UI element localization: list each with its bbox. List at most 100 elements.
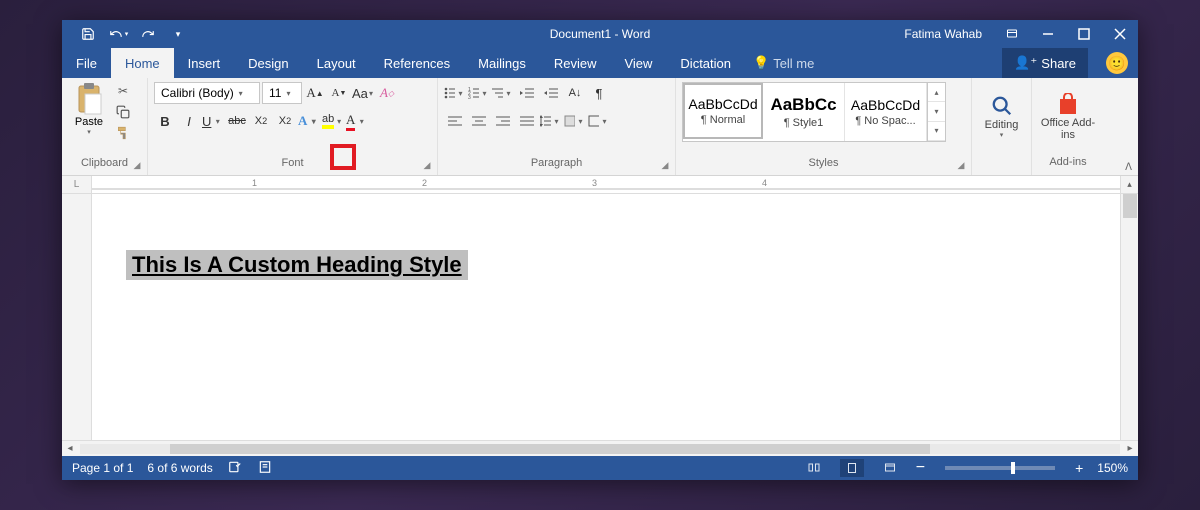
group-label-clipboard: Clipboard◢ (62, 157, 147, 175)
hscroll-right-icon[interactable]: ▸ (1122, 443, 1138, 454)
style-no-spacing[interactable]: AaBbCcDd ¶ No Spac... (845, 83, 927, 141)
align-left-icon[interactable] (444, 110, 466, 132)
sort-icon[interactable]: A↓ (564, 82, 586, 104)
styles-launcher-icon[interactable]: ◢ (955, 159, 967, 171)
increase-indent-icon[interactable] (540, 82, 562, 104)
paste-button[interactable]: Paste ▾ (68, 82, 110, 136)
group-styles: AaBbCcDd ¶ Normal AaBbCc ¶ Style1 AaBbCc… (676, 78, 972, 175)
feedback-smiley-icon[interactable]: 🙂 (1106, 52, 1128, 74)
web-layout-icon[interactable] (878, 459, 902, 477)
horizontal-ruler[interactable]: 1 2 3 4 (92, 176, 1120, 193)
subscript-icon[interactable]: X2 (250, 110, 272, 132)
clipboard-launcher-icon[interactable]: ◢ (131, 159, 143, 171)
ribbon-display-icon[interactable] (994, 20, 1030, 48)
maximize-button[interactable] (1066, 20, 1102, 48)
font-color-icon[interactable]: A▾ (346, 110, 368, 132)
tab-design[interactable]: Design (234, 48, 302, 78)
status-bar: Page 1 of 1 6 of 6 words − + 150% (62, 456, 1138, 480)
show-marks-icon[interactable]: ¶ (588, 82, 610, 104)
italic-icon[interactable]: I (178, 110, 200, 132)
spellcheck-icon[interactable] (227, 460, 243, 477)
styles-gallery-scroll[interactable]: ▴▾▾ (927, 83, 945, 141)
numbering-icon[interactable]: 123▾ (468, 82, 490, 104)
change-case-icon[interactable]: Aa▾ (352, 82, 374, 104)
copy-icon[interactable] (114, 103, 132, 121)
minimize-button[interactable] (1030, 20, 1066, 48)
tab-layout[interactable]: Layout (303, 48, 370, 78)
tab-home[interactable]: Home (111, 48, 174, 78)
scroll-up-button[interactable]: ▴ (1120, 176, 1138, 193)
expand-gallery-icon[interactable]: ▾ (928, 122, 945, 141)
chevron-down-icon[interactable]: ▾ (928, 102, 945, 121)
group-addins: Office Add-ins Add-ins (1032, 78, 1104, 175)
office-addins-button[interactable]: Office Add-ins (1032, 78, 1104, 156)
zoom-level[interactable]: 150% (1097, 461, 1128, 475)
qat-customize-icon[interactable]: ▾ (164, 22, 192, 46)
redo-icon[interactable] (134, 22, 162, 46)
hscroll-thumb[interactable] (170, 444, 930, 454)
style-normal[interactable]: AaBbCcDd ¶ Normal (683, 83, 763, 139)
paragraph-launcher-icon[interactable]: ◢ (659, 159, 671, 171)
tab-references[interactable]: References (370, 48, 464, 78)
save-icon[interactable] (74, 22, 102, 46)
tab-mailings[interactable]: Mailings (464, 48, 540, 78)
word-count[interactable]: 6 of 6 words (147, 461, 212, 475)
justify-icon[interactable] (516, 110, 538, 132)
cut-icon[interactable]: ✂ (114, 82, 132, 100)
tab-dictation[interactable]: Dictation (666, 48, 745, 78)
shading-icon[interactable]: ▾ (564, 110, 586, 132)
hscroll-left-icon[interactable]: ◂ (62, 443, 78, 454)
horizontal-scrollbar[interactable]: ◂ ▸ (62, 440, 1138, 456)
line-spacing-icon[interactable]: ▾ (540, 110, 562, 132)
chevron-up-icon[interactable]: ▴ (928, 83, 945, 102)
zoom-out-icon[interactable]: − (916, 459, 925, 477)
vertical-ruler[interactable] (62, 194, 92, 440)
multilevel-icon[interactable]: ▾ (492, 82, 514, 104)
align-right-icon[interactable] (492, 110, 514, 132)
print-layout-icon[interactable] (840, 459, 864, 477)
tab-review[interactable]: Review (540, 48, 611, 78)
tab-insert[interactable]: Insert (174, 48, 235, 78)
undo-icon[interactable]: ▾ (104, 22, 132, 46)
vscroll-thumb[interactable] (1123, 194, 1137, 218)
shrink-font-icon[interactable]: A▼ (328, 82, 350, 104)
horizontal-ruler-row: L 1 2 3 4 ▴ (62, 176, 1138, 194)
page-indicator[interactable]: Page 1 of 1 (72, 461, 133, 475)
zoom-slider[interactable] (945, 466, 1055, 470)
title-bar: ▾ ▾ Document1 - Word Fatima Wahab (62, 20, 1138, 48)
collapse-ribbon-icon[interactable]: ᐱ (1125, 162, 1132, 173)
document-page[interactable]: This Is A Custom Heading Style (92, 194, 1120, 440)
font-size-combo[interactable]: 11▾ (262, 82, 302, 104)
tell-me[interactable]: 💡Tell me (753, 48, 814, 78)
read-mode-icon[interactable] (802, 459, 826, 477)
grow-font-icon[interactable]: A▲ (304, 82, 326, 104)
align-center-icon[interactable] (468, 110, 490, 132)
style-style1[interactable]: AaBbCc ¶ Style1 (763, 83, 845, 141)
font-name-combo[interactable]: Calibri (Body)▾ (154, 82, 260, 104)
tab-file[interactable]: File (62, 48, 111, 78)
zoom-in-icon[interactable]: + (1075, 460, 1083, 476)
font-launcher-icon[interactable]: ◢ (421, 159, 433, 171)
zoom-thumb[interactable] (1011, 462, 1015, 474)
text-effects-icon[interactable]: A▾ (298, 110, 320, 132)
share-button[interactable]: 👤⁺Share (1002, 48, 1088, 78)
highlight-icon[interactable]: ab▾ (322, 110, 344, 132)
underline-icon[interactable]: U▾ (202, 110, 224, 132)
editing-button[interactable]: Editing ▾ (972, 78, 1031, 156)
macro-icon[interactable] (257, 460, 273, 477)
strikethrough-icon[interactable]: abc (226, 110, 248, 132)
bullets-icon[interactable]: ▾ (444, 82, 466, 104)
format-painter-icon[interactable] (114, 124, 132, 142)
borders-icon[interactable]: ▾ (588, 110, 610, 132)
superscript-icon[interactable]: X2 (274, 110, 296, 132)
clipboard-paste-icon (75, 82, 103, 116)
bold-icon[interactable]: B (154, 110, 176, 132)
selected-heading[interactable]: This Is A Custom Heading Style (126, 250, 468, 280)
vertical-scrollbar[interactable] (1120, 194, 1138, 440)
decrease-indent-icon[interactable] (516, 82, 538, 104)
hscroll-track[interactable] (80, 444, 1120, 454)
tab-selector[interactable]: L (62, 176, 92, 193)
close-button[interactable] (1102, 20, 1138, 48)
clear-format-icon[interactable]: A◇ (376, 82, 398, 104)
tab-view[interactable]: View (610, 48, 666, 78)
